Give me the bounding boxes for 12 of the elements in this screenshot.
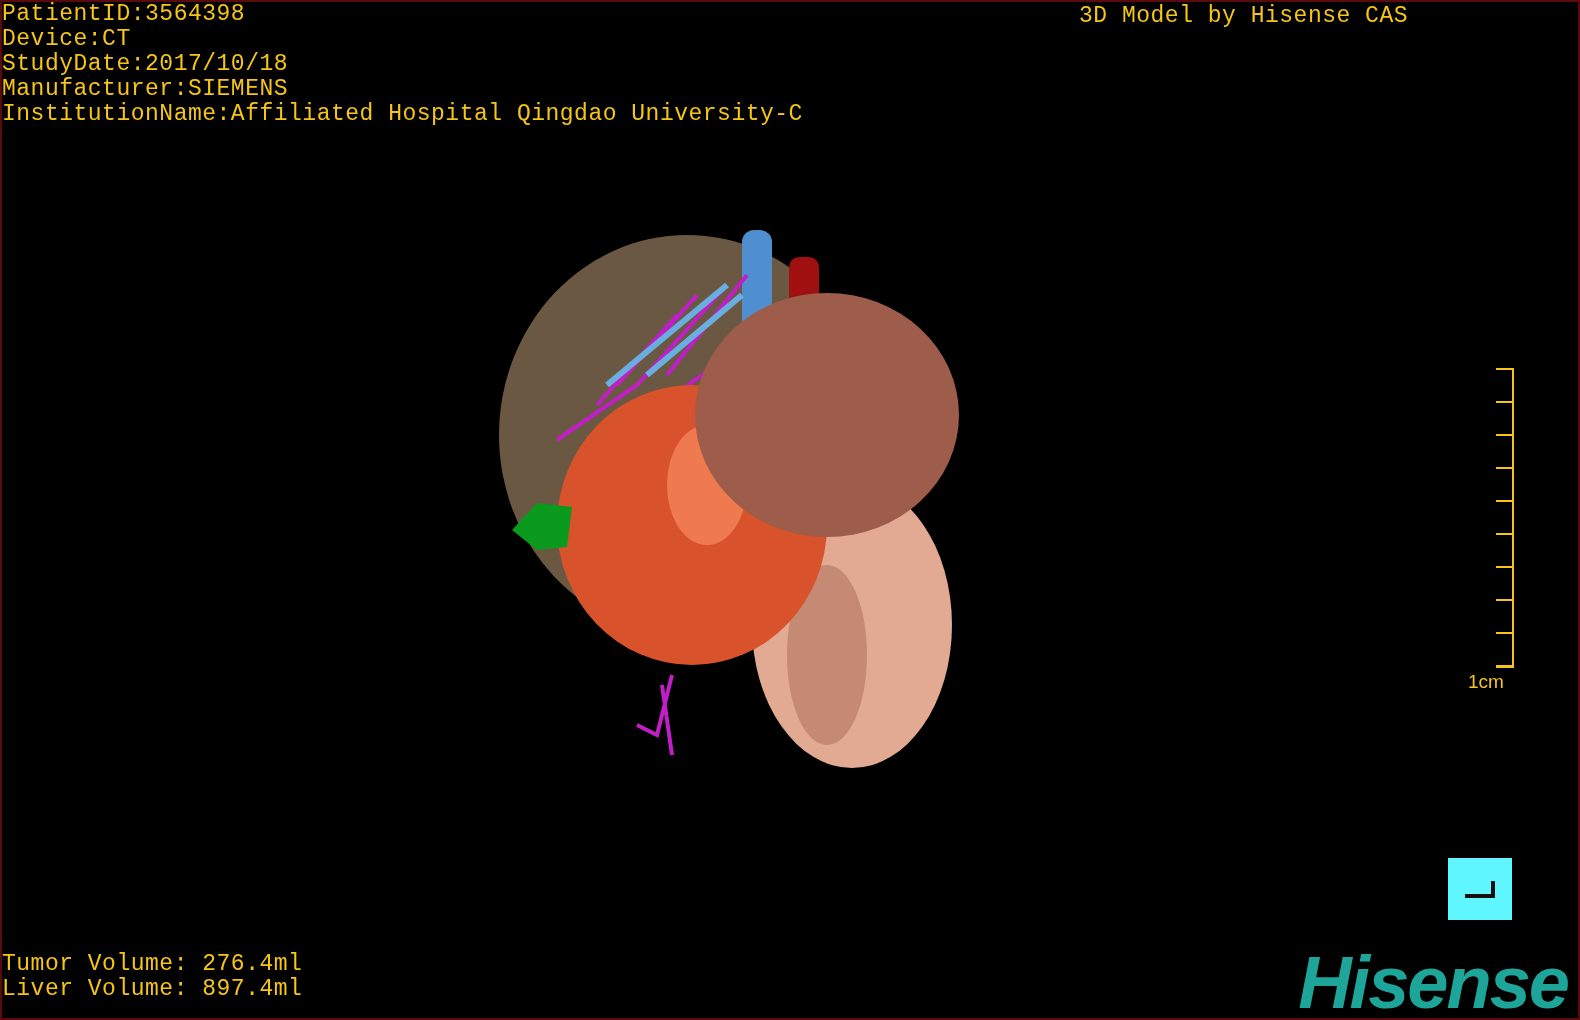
volume-text: Liver Volume: 897.4ml (2, 977, 303, 1002)
study-info-text: Manufacturer:SIEMENS (2, 77, 290, 102)
study-info-text: Device:CT (2, 27, 132, 52)
corner-icon (1463, 879, 1497, 899)
brand-logo: Hisense (1298, 948, 1569, 1018)
study-info-text: StudyDate:2017/10/18 (2, 52, 290, 77)
study-info-text: PatientID:3564398 (2, 2, 247, 27)
viewer-title: 3D Model by Hisense CAS (1079, 4, 1408, 29)
corner-button[interactable] (1448, 858, 1512, 920)
study-info-text: InstitutionName:Affiliated Hospital Qingdao University-C (2, 102, 803, 127)
scale-label: 1cm (1468, 671, 1504, 693)
volume-text: Tumor Volume: 276.4ml (2, 952, 303, 977)
